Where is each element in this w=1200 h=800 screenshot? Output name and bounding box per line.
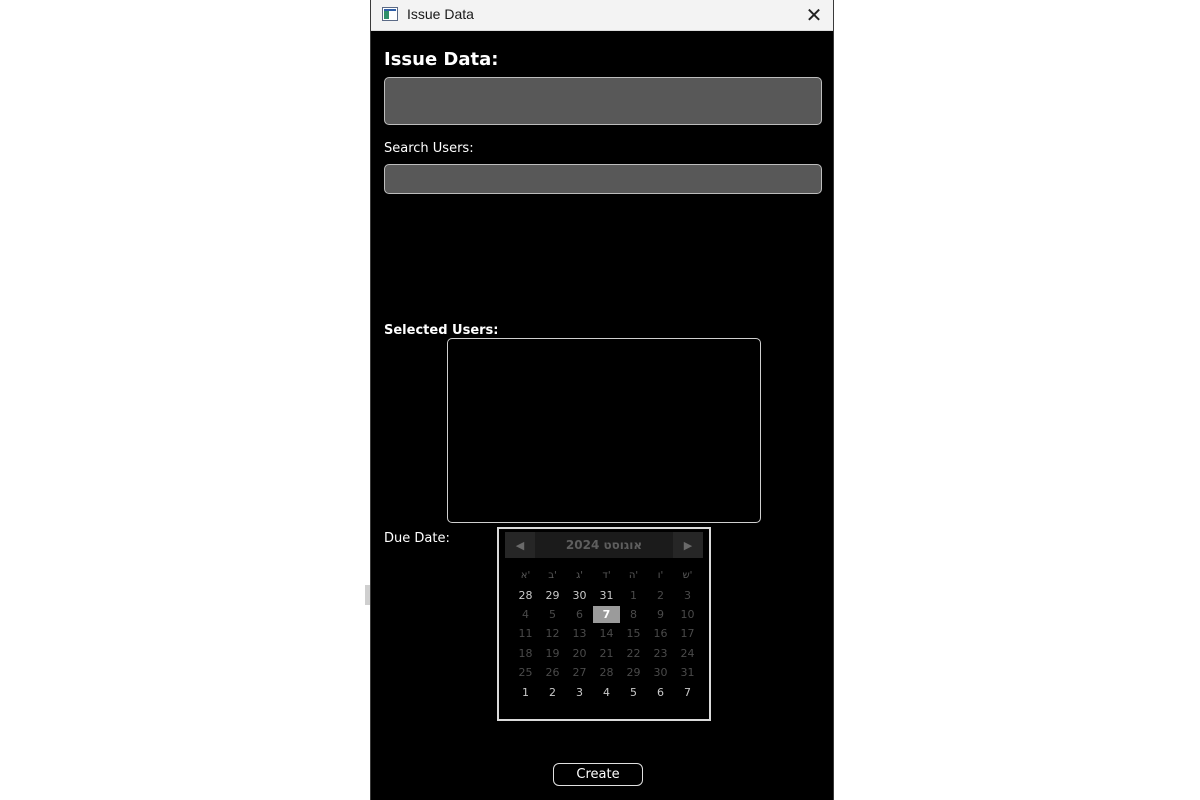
calendar-day[interactable]: 22 bbox=[620, 644, 647, 663]
calendar-day[interactable]: 23 bbox=[647, 644, 674, 663]
calendar-day[interactable]: 18 bbox=[512, 644, 539, 663]
calendar-header: ◀ אוגוסט 2024 ▶ bbox=[505, 532, 703, 558]
close-button[interactable]: ✕ bbox=[795, 0, 833, 30]
calendar-day[interactable]: 1 bbox=[620, 585, 647, 604]
triangle-right-icon: ▶ bbox=[683, 538, 693, 552]
calendar-day[interactable]: 3 bbox=[566, 682, 593, 701]
calendar-day[interactable]: 30 bbox=[647, 663, 674, 682]
issue-data-label: Issue Data: bbox=[384, 49, 499, 70]
due-date-calendar: ◀ אוגוסט 2024 ▶ א' ב' ג' ד' ה' ו' ש' 28 29 30 31 1 2… bbox=[497, 527, 711, 721]
calendar-day[interactable]: 31 bbox=[674, 663, 701, 682]
app-window-icon bbox=[382, 7, 398, 21]
calendar-weekday: ב' bbox=[548, 570, 557, 582]
calendar-day[interactable]: 4 bbox=[593, 682, 620, 701]
selected-users-label: Selected Users: bbox=[384, 323, 499, 338]
calendar-day[interactable]: 10 bbox=[674, 605, 701, 624]
calendar-selected-day[interactable]: 7 bbox=[593, 605, 620, 623]
selected-users-list[interactable] bbox=[447, 338, 761, 523]
calendar-day[interactable]: 29 bbox=[620, 663, 647, 682]
calendar-weekday: א' bbox=[520, 570, 531, 582]
calendar-day[interactable]: 5 bbox=[539, 605, 566, 624]
form-content: Issue Data: Search Users: Selected Users… bbox=[371, 31, 833, 800]
calendar-day[interactable]: 28 bbox=[593, 663, 620, 682]
calendar-day[interactable]: 17 bbox=[674, 624, 701, 643]
calendar-day[interactable]: 6 bbox=[566, 605, 593, 624]
title-bar: Issue Data ✕ bbox=[371, 0, 833, 31]
calendar-month-title: אוגוסט 2024 bbox=[565, 538, 643, 552]
calendar-day[interactable]: 26 bbox=[539, 663, 566, 682]
calendar-day[interactable]: 24 bbox=[674, 644, 701, 663]
calendar-weekday: ש' bbox=[682, 570, 693, 582]
calendar-day[interactable]: 11 bbox=[512, 624, 539, 643]
calendar-day[interactable]: 5 bbox=[620, 682, 647, 701]
calendar-day[interactable]: 15 bbox=[620, 624, 647, 643]
calendar-day[interactable]: 2 bbox=[539, 682, 566, 701]
calendar-day[interactable]: 6 bbox=[647, 682, 674, 701]
calendar-day[interactable]: 14 bbox=[593, 624, 620, 643]
calendar-weekday: ה' bbox=[628, 570, 639, 582]
calendar-next-button[interactable]: ▶ bbox=[673, 532, 703, 558]
calendar-weekday: ו' bbox=[657, 570, 664, 582]
window-title: Issue Data bbox=[407, 6, 474, 22]
calendar-day[interactable]: 20 bbox=[566, 644, 593, 663]
calendar-day-grid: א' ב' ג' ד' ה' ו' ש' 28 29 30 31 1 2 3 4 5 6 7 8 9 10 11 12 13 1… bbox=[512, 566, 701, 702]
calendar-day[interactable]: 4 bbox=[512, 605, 539, 624]
calendar-week-row: 18 19 20 21 22 23 24 bbox=[512, 644, 701, 663]
calendar-day[interactable]: 12 bbox=[539, 624, 566, 643]
triangle-left-icon: ◀ bbox=[515, 538, 525, 552]
calendar-weekday: ד' bbox=[602, 570, 611, 582]
calendar-prev-button[interactable]: ◀ bbox=[505, 532, 535, 558]
calendar-week-row: 1234567 bbox=[512, 682, 701, 701]
calendar-day[interactable]: 13 bbox=[566, 624, 593, 643]
calendar-day[interactable]: 16 bbox=[647, 624, 674, 643]
calendar-week-row: 11 12 13 14 15 16 17 bbox=[512, 624, 701, 643]
calendar-day[interactable]: 28 bbox=[512, 585, 539, 604]
calendar-day[interactable]: 3 bbox=[674, 585, 701, 604]
calendar-day[interactable]: 21 bbox=[593, 644, 620, 663]
search-users-input[interactable] bbox=[384, 164, 822, 194]
calendar-day[interactable]: 2 bbox=[647, 585, 674, 604]
calendar-weekday: ג' bbox=[576, 570, 583, 582]
close-icon: ✕ bbox=[805, 3, 823, 27]
calendar-day[interactable]: 27 bbox=[566, 663, 593, 682]
calendar-day[interactable]: 8 bbox=[620, 605, 647, 624]
calendar-day[interactable]: 7 bbox=[674, 682, 701, 701]
calendar-week-row: 4 5 6 7 8 9 10 bbox=[512, 605, 701, 624]
calendar-day[interactable]: 1 bbox=[512, 682, 539, 701]
calendar-day[interactable]: 19 bbox=[539, 644, 566, 663]
calendar-day[interactable]: 25 bbox=[512, 663, 539, 682]
calendar-week-row: 28 29 30 31 1 2 3 bbox=[512, 585, 701, 604]
calendar-day[interactable]: 29 bbox=[539, 585, 566, 604]
due-date-label: Due Date: bbox=[384, 531, 450, 546]
issue-data-input[interactable] bbox=[384, 77, 822, 125]
calendar-week-row: 25 26 27 28 29 30 31 bbox=[512, 663, 701, 682]
desktop-background: Issue Data ✕ Issue Data: Search Users: S… bbox=[0, 0, 1200, 800]
create-button[interactable]: Create bbox=[553, 763, 643, 786]
calendar-day[interactable]: 30 bbox=[566, 585, 593, 604]
calendar-day[interactable]: 9 bbox=[647, 605, 674, 624]
search-users-label: Search Users: bbox=[384, 141, 474, 156]
calendar-weekday-row: א' ב' ג' ד' ה' ו' ש' bbox=[512, 566, 701, 585]
issue-data-window: Issue Data ✕ Issue Data: Search Users: S… bbox=[370, 0, 834, 800]
calendar-day[interactable]: 31 bbox=[593, 585, 620, 604]
